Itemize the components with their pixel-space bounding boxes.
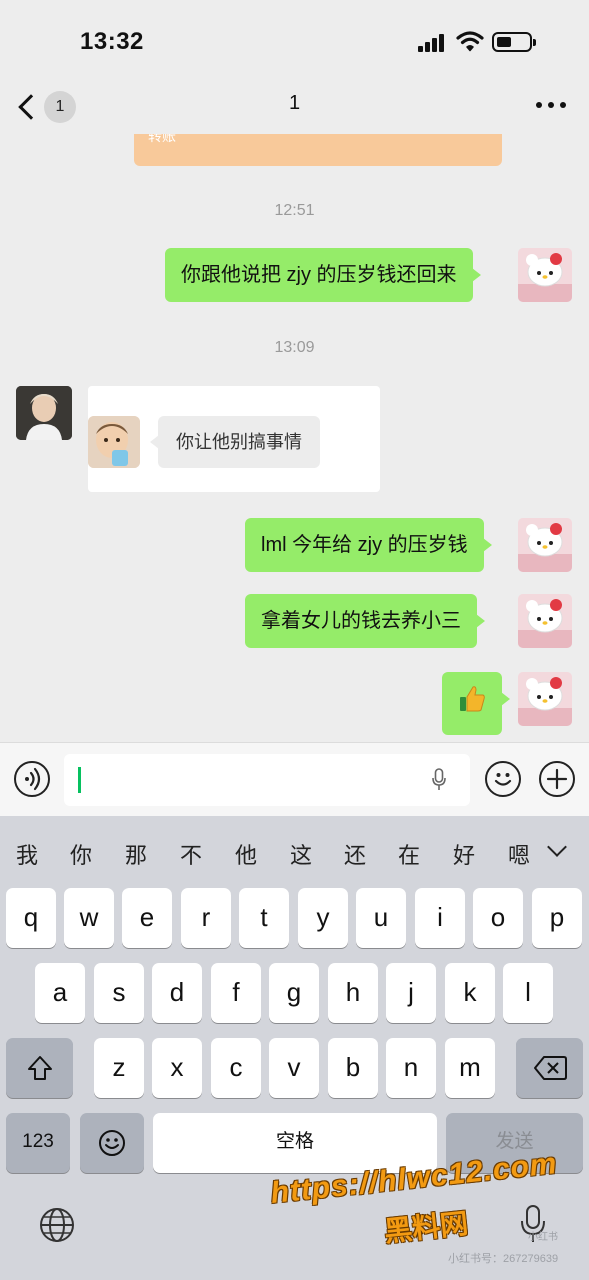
- quoted-message-bubble: 你让他别搞事情: [150, 416, 320, 468]
- key-c[interactable]: c: [211, 1038, 261, 1098]
- smiley-icon: [494, 773, 512, 786]
- battery-icon: [492, 32, 536, 52]
- chevron-down-icon[interactable]: [547, 837, 567, 857]
- message-input-bar: [0, 742, 589, 816]
- key-f[interactable]: f: [211, 963, 261, 1023]
- key-e[interactable]: e: [122, 888, 172, 948]
- key-h[interactable]: h: [328, 963, 378, 1023]
- message-input[interactable]: [64, 754, 470, 806]
- voice-waves-icon: [25, 767, 41, 791]
- key-s[interactable]: s: [94, 963, 144, 1023]
- key-i[interactable]: i: [415, 888, 465, 948]
- avatar[interactable]: [518, 672, 572, 726]
- key-z[interactable]: z: [94, 1038, 144, 1098]
- candidate-word[interactable]: 我: [16, 838, 38, 870]
- key-n[interactable]: n: [386, 1038, 436, 1098]
- baby-avatar-image: [88, 416, 140, 468]
- status-time: 13:32: [80, 28, 144, 55]
- transfer-label: 转账: [148, 134, 176, 144]
- candidate-word[interactable]: 好: [453, 838, 475, 870]
- plus-icon: [546, 768, 568, 790]
- key-d[interactable]: d: [152, 963, 202, 1023]
- timestamp: 12:51: [274, 202, 315, 219]
- message-bubble[interactable]: 你跟他说把 zjy 的压岁钱还回来: [165, 248, 481, 302]
- chat-header: 1 1: [0, 80, 589, 134]
- delete-key[interactable]: [516, 1038, 583, 1098]
- thumbs-up-icon: [460, 686, 485, 712]
- microphone-icon[interactable]: [432, 768, 446, 792]
- candidate-word[interactable]: 他: [235, 838, 257, 870]
- timestamp: 13:09: [274, 339, 315, 356]
- hello-kitty-avatar-image: [518, 594, 572, 648]
- emoji-key[interactable]: [80, 1113, 144, 1173]
- shift-arrow-icon: [27, 1056, 52, 1080]
- avatar[interactable]: [518, 248, 572, 302]
- chat-title: 1: [288, 92, 301, 114]
- candidate-word[interactable]: 在: [398, 838, 420, 870]
- avatar[interactable]: [16, 386, 72, 440]
- message-bubble[interactable]: [442, 672, 510, 735]
- message-bubble[interactable]: lml 今年给 zjy 的压岁钱: [245, 518, 492, 572]
- message-bubble[interactable]: 拿着女儿的钱去养小三: [245, 594, 485, 648]
- emoji-button[interactable]: [485, 761, 521, 797]
- hello-kitty-avatar-image: [518, 518, 572, 572]
- candidate-word[interactable]: 不: [180, 838, 202, 870]
- key-x[interactable]: x: [152, 1038, 202, 1098]
- avatar: [88, 416, 140, 468]
- key-o[interactable]: o: [473, 888, 523, 948]
- voice-input-button[interactable]: [14, 761, 50, 797]
- cellular-signal-icon: [418, 34, 448, 52]
- key-q[interactable]: q: [6, 888, 56, 948]
- backspace-icon: [533, 1056, 567, 1080]
- candidate-word[interactable]: 那: [125, 838, 147, 870]
- candidate-word[interactable]: 还: [344, 838, 366, 870]
- shift-key[interactable]: [6, 1038, 73, 1098]
- hello-kitty-avatar-image: [518, 248, 572, 302]
- key-l[interactable]: l: [503, 963, 553, 1023]
- key-m[interactable]: m: [445, 1038, 495, 1098]
- key-j[interactable]: j: [386, 963, 436, 1023]
- transfer-card[interactable]: 转账: [134, 134, 502, 166]
- avatar[interactable]: [518, 518, 572, 572]
- key-r[interactable]: r: [181, 888, 231, 948]
- candidate-word[interactable]: 你: [70, 838, 92, 870]
- message-list[interactable]: 转账 12:51 你跟他说把 zjy 的压岁钱还回来 13:09 你让他别搞事情…: [0, 134, 589, 742]
- key-g[interactable]: g: [269, 963, 319, 1023]
- key-v[interactable]: v: [269, 1038, 319, 1098]
- candidate-bar: 我 你 那 不 他 这 还 在 好 嗯: [0, 816, 589, 888]
- key-u[interactable]: u: [356, 888, 406, 948]
- more-options-icon[interactable]: [536, 100, 566, 110]
- avatar[interactable]: [518, 594, 572, 648]
- xiaohongshu-id-watermark: 小红书号：267279639: [448, 1253, 559, 1265]
- key-w[interactable]: w: [64, 888, 114, 948]
- wifi-icon: [456, 31, 484, 52]
- more-functions-button[interactable]: [539, 761, 575, 797]
- status-bar: 13:32: [0, 0, 589, 80]
- candidate-word[interactable]: 这: [290, 838, 312, 870]
- keyboard: 我 你 那 不 他 这 还 在 好 嗯 q w e r t y u i o p …: [0, 816, 589, 1280]
- contact-avatar-image: [16, 386, 72, 440]
- numbers-key[interactable]: 123: [6, 1113, 70, 1173]
- key-t[interactable]: t: [239, 888, 289, 948]
- text-caret: [78, 767, 81, 793]
- key-y[interactable]: y: [298, 888, 348, 948]
- candidate-word[interactable]: 嗯: [508, 838, 530, 870]
- quoted-message-card[interactable]: 你让他别搞事情: [88, 386, 380, 492]
- globe-icon[interactable]: [38, 1206, 76, 1244]
- key-a[interactable]: a: [35, 963, 85, 1023]
- xiaohongshu-logo-text: 小红书: [528, 1232, 558, 1243]
- key-k[interactable]: k: [445, 963, 495, 1023]
- key-b[interactable]: b: [328, 1038, 378, 1098]
- key-p[interactable]: p: [532, 888, 582, 948]
- hello-kitty-avatar-image: [518, 672, 572, 726]
- smiley-icon: [99, 1130, 125, 1156]
